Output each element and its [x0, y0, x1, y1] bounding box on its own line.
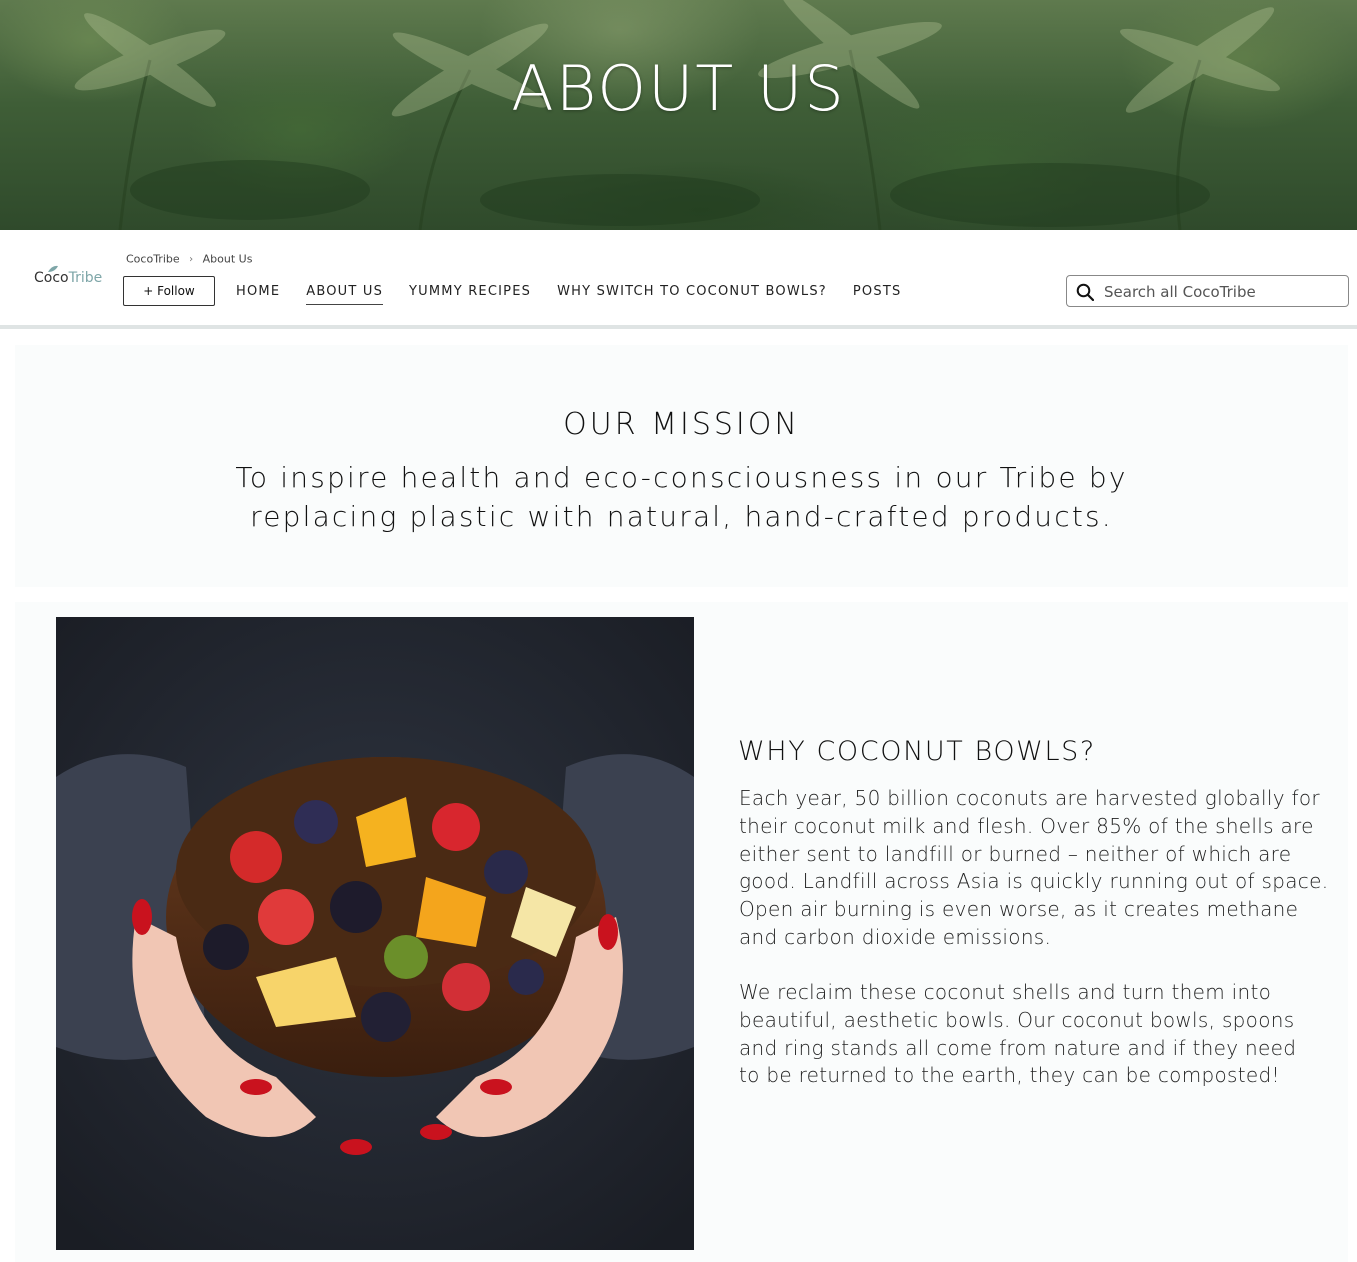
- breadcrumb-current[interactable]: About Us: [203, 253, 253, 266]
- why-paragraph-2: We reclaim these coconut shells and turn…: [739, 980, 1297, 1088]
- brand-logo[interactable]: CocoTribe: [34, 265, 103, 286]
- why-paragraph-1: Each year, 50 billion coconuts are harve…: [739, 786, 1329, 949]
- mission-heading: OUR MISSION: [563, 407, 800, 442]
- nav-item-yummy-recipes[interactable]: YUMMY RECIPES: [409, 284, 531, 305]
- nav-item-posts[interactable]: POSTS: [853, 284, 902, 305]
- why-heading: WHY COCONUT BOWLS?: [738, 736, 1096, 767]
- coconut-bowl-photo: [56, 617, 694, 1250]
- follow-button[interactable]: + Follow: [123, 276, 215, 306]
- nav-item-about-us[interactable]: ABOUT US: [306, 284, 384, 305]
- nav-item-home[interactable]: HOME: [236, 284, 280, 305]
- search-box[interactable]: [1066, 275, 1349, 307]
- chevron-right-icon: ›: [189, 253, 194, 265]
- page-title: ABOUT US: [511, 52, 846, 125]
- leaf-icon: [48, 265, 58, 272]
- breadcrumb: CocoTribe › About Us: [126, 252, 252, 266]
- mission-text: To inspire health and eco-consciousness …: [235, 461, 1128, 533]
- hero-banner: ABOUT US: [0, 0, 1357, 230]
- nav-item-why-switch[interactable]: WHY SWITCH TO COCONUT BOWLS?: [557, 284, 827, 305]
- search-icon[interactable]: [1076, 283, 1094, 301]
- search-input[interactable]: [1102, 280, 1346, 304]
- store-navbar: CocoTribe CocoTribe › About Us + Follow …: [0, 230, 1357, 329]
- why-coconut-bowls-section: WHY COCONUT BOWLS? Each year, 50 billion…: [15, 602, 1348, 1262]
- main-nav: HOME ABOUT US YUMMY RECIPES WHY SWITCH T…: [236, 284, 927, 305]
- logo-text-tribe: Tribe: [68, 270, 103, 286]
- breadcrumb-home[interactable]: CocoTribe: [126, 253, 180, 266]
- mission-section: OUR MISSION To inspire health and eco-co…: [15, 345, 1348, 587]
